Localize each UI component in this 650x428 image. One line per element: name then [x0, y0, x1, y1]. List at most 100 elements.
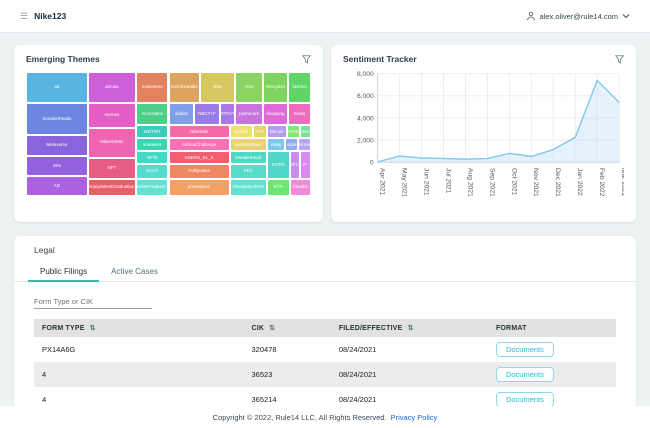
tab-public-filings[interactable]: Public Filings [28, 262, 99, 282]
treemap-tile-merchsneaks[interactable]: merchsneaks [169, 72, 200, 103]
panel-title-emerging-themes: Emerging Themes [26, 54, 100, 64]
sort-arrows-icon[interactable]: ⇅ [90, 325, 96, 332]
column-header-form-type[interactable]: FORM TYPE⇅ [34, 319, 244, 337]
treemap-tile-style[interactable]: style [285, 138, 298, 151]
treemap-tile-kotd[interactable]: KOTD [267, 151, 290, 178]
treemap-tile-sneakerfreakerfans[interactable]: SneakerFreakerFans [136, 179, 168, 196]
treemap-tile-nike[interactable]: Nike [200, 72, 236, 103]
privacy-policy-link[interactable]: Privacy Policy [391, 413, 438, 422]
documents-button[interactable]: Documents [496, 367, 554, 382]
column-header-filed-effective[interactable]: FILED/EFFECTIVE⇅ [331, 319, 488, 337]
svg-text:4,000: 4,000 [357, 115, 374, 122]
treemap-tile-rtfkt[interactable]: RTFKT [220, 103, 236, 125]
form-type-cik-input[interactable] [34, 295, 152, 309]
treemap-tile-airjordan1[interactable]: AirJordan1 [136, 103, 168, 125]
treemap-tile-kanyewestgraduation[interactable]: KanyeWestGraduation [88, 179, 136, 196]
copyright-text: Copyright © 2022, Rule14 LLC, All Rights… [213, 413, 387, 422]
treemap-tile-yeezyszn[interactable]: YeezySzn [263, 72, 289, 103]
format-cell: Documents [488, 337, 616, 362]
treemap-tile-adidas[interactable]: adidas [169, 103, 195, 125]
treemap-tile-possession[interactable]: possession [169, 179, 230, 196]
treemap-tile-abcmart[interactable]: abcmart [298, 138, 311, 151]
treemap-tile-nikeairmax[interactable]: NikeAirMax [88, 128, 136, 158]
person-icon [526, 11, 536, 21]
tab-active-cases[interactable]: Active Cases [99, 262, 170, 281]
brand: ☰ Nike123 [20, 11, 66, 21]
svg-text:Jul 2021: Jul 2021 [444, 168, 451, 194]
treemap-tile-fullquotes[interactable]: FullQuotes [169, 164, 230, 178]
treemap-tile-airmax[interactable]: airmax [88, 72, 136, 103]
treemap-tile-af1[interactable]: AF1 [253, 125, 267, 138]
sort-arrows-icon[interactable]: ⇅ [407, 325, 413, 332]
user-email: alex.oliver@rule14.com [540, 12, 618, 21]
svg-text:Jun 2021: Jun 2021 [422, 168, 429, 196]
treemap-tile-poshmark[interactable]: poshmark [235, 103, 262, 125]
funnel-icon[interactable] [615, 55, 624, 64]
column-header-format: FORMAT [488, 319, 616, 337]
treemap-tile-ad[interactable]: AD [26, 176, 88, 196]
treemap-tile-giveawayalerts[interactable]: GiveawayAlerts [230, 179, 267, 196]
svg-text:Dec 2021: Dec 2021 [554, 168, 561, 197]
treemap-tile-kelas[interactable]: Kelas [288, 103, 311, 125]
treemap-tile-shopping[interactable]: shopping [263, 103, 289, 125]
treemap-tile-sneaks[interactable]: Sneaks [290, 179, 311, 196]
treemap-tile-avax[interactable]: AVAX [287, 125, 300, 138]
sentiment-chart: 02,0004,0006,0008,000Apr 2021May 2021Jun… [343, 66, 624, 210]
user-menu[interactable]: alex.oliver@rule14.com [526, 11, 630, 21]
treemap-tile-sneakerdrops[interactable]: sneakerdrops [230, 138, 267, 151]
panel-title-sentiment-tracker: Sentiment Tracker [343, 54, 417, 64]
svg-text:Sep 2021: Sep 2021 [488, 168, 495, 197]
sentiment-tracker-panel: Sentiment Tracker 02,0004,0006,0008,000A… [331, 45, 636, 222]
main-content: Emerging Themes adSneakerheadsMetaversen… [0, 33, 650, 409]
treemap-tile-nikesale[interactable]: NikeSale [169, 125, 230, 138]
treemap-tile-p[interactable]: P.. [300, 151, 311, 178]
treemap-tile-airmaxchallenge[interactable]: AirMaxChallenge [169, 138, 230, 151]
treemap-tile-wdywt[interactable]: WDYWT [136, 125, 168, 138]
svg-text:Feb 2022: Feb 2022 [598, 168, 605, 197]
treemap-tile-metaverse[interactable]: Metaverse [26, 135, 88, 155]
table-row: 43652308/24/2021Documents [34, 362, 616, 387]
treemap-tile-nbct-f[interactable]: NBCT+F [194, 103, 220, 125]
emerging-themes-panel: Emerging Themes adSneakerheadsMetaversen… [14, 45, 323, 222]
filed-effective-cell: 08/24/2021 [331, 362, 488, 387]
themes-treemap: adSneakerheadsMetaversenikeAD airmaxmemes… [26, 72, 311, 196]
treemap-tile-bitcoin[interactable]: Bitcoin [267, 125, 287, 138]
table-row: PX14A6G32047808/24/2021 Documents [34, 337, 616, 362]
treemap-tile-sec[interactable]: SEC [230, 164, 267, 178]
filter-row [14, 282, 636, 319]
svg-text:6,000: 6,000 [357, 93, 374, 100]
treemap-tile-goat[interactable]: GOAT [136, 164, 168, 178]
treemap-tile-memes[interactable]: memes [88, 103, 136, 128]
treemap-tile-eth[interactable]: ETH [267, 179, 290, 196]
funnel-icon[interactable] [302, 55, 311, 64]
treemap-tile-nfts[interactable]: NFTs [136, 151, 168, 164]
hamburger-icon[interactable]: ☰ [20, 12, 28, 21]
svg-text:Nov 2021: Nov 2021 [532, 168, 539, 197]
documents-button[interactable]: Documents [496, 342, 554, 357]
treemap-tile-ebay[interactable]: eBay [267, 138, 286, 151]
treemap-tile-metaverse[interactable]: metaverse [136, 72, 168, 103]
column-header-cik[interactable]: CIK⇅ [244, 319, 331, 337]
cik-cell: 320478 [244, 337, 331, 362]
svg-text:Apr 2021: Apr 2021 [379, 168, 386, 196]
treemap-tile-sneakers[interactable]: sneakers [136, 138, 168, 151]
treemap-tile-nft[interactable]: NFT [88, 158, 136, 179]
cik-cell: 36523 [244, 362, 331, 387]
treemap-tile-sneakerhead[interactable]: sneakerhead [230, 151, 267, 164]
treemap-tile-nike[interactable]: nike [26, 156, 88, 176]
treemap-tile-retro[interactable]: retro [235, 72, 262, 103]
treemap-tile-givenchy[interactable]: Givenchy [300, 125, 311, 138]
form-type-cell: PX14A6G [34, 337, 244, 362]
documents-button[interactable]: Documents [496, 392, 554, 407]
filed-effective-cell: 08/24/2021 [331, 337, 488, 362]
treemap-tile-fashion[interactable]: fashion [288, 72, 311, 103]
treemap-tile-sneakerheads[interactable]: Sneakerheads [26, 103, 88, 135]
treemap-tile-ad[interactable]: ad [26, 72, 88, 103]
treemap-tile-snkrs-kl-k[interactable]: SNKRS_KL_K [169, 151, 230, 164]
svg-text:May 2021: May 2021 [400, 168, 407, 198]
sort-arrows-icon[interactable]: ⇅ [269, 325, 275, 332]
treemap-tile-jfc[interactable]: JFC [290, 151, 301, 178]
svg-text:Aug 2021: Aug 2021 [466, 168, 473, 197]
treemap-tile-airmax[interactable]: AirMax [230, 125, 253, 138]
legal-panel: Legal Public FilingsActive Cases FORM TY… [14, 236, 636, 409]
